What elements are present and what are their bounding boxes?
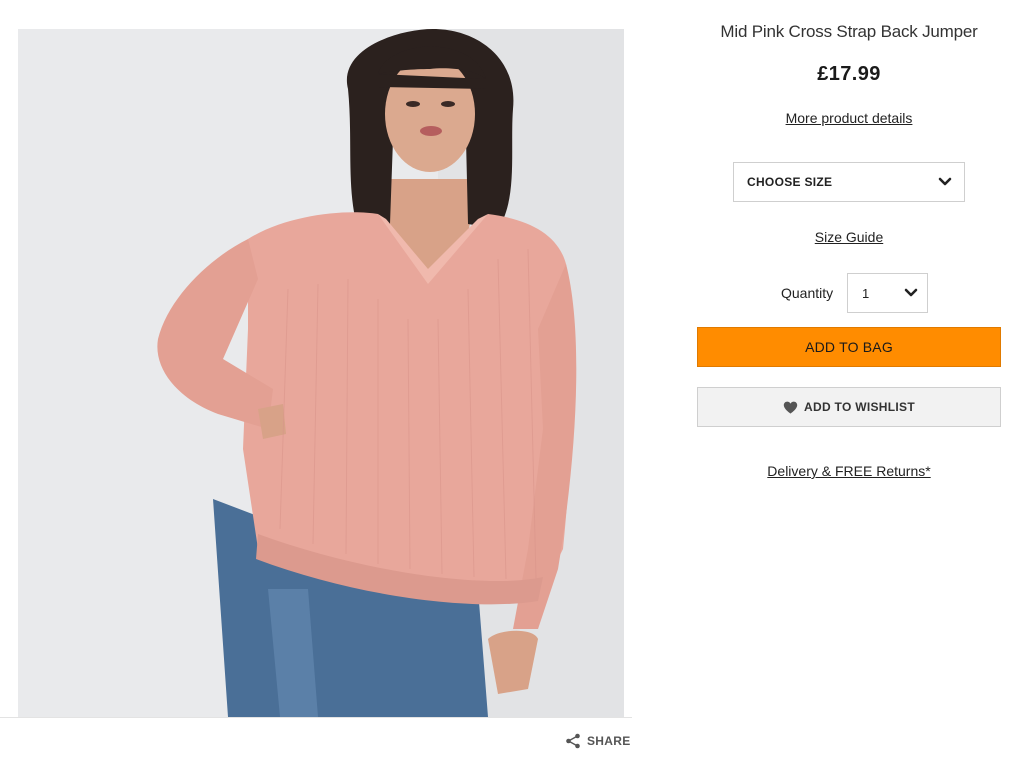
share-label: SHARE — [587, 734, 631, 748]
add-to-wishlist-label: ADD TO WISHLIST — [804, 400, 915, 414]
size-select[interactable]: CHOOSE SIZE — [733, 162, 965, 202]
product-photo-pink-jumper — [18, 29, 624, 717]
product-title: Mid Pink Cross Strap Back Jumper — [720, 22, 978, 41]
product-image[interactable] — [18, 29, 624, 717]
add-to-bag-label: ADD TO BAG — [805, 339, 893, 355]
product-price: £17.99 — [817, 63, 881, 85]
heart-icon — [783, 401, 798, 413]
quantity-value: 1 — [862, 285, 870, 301]
add-to-wishlist-button[interactable]: ADD TO WISHLIST — [697, 387, 1001, 427]
quantity-label: Quantity — [781, 285, 834, 301]
size-select-label: CHOOSE SIZE — [747, 175, 833, 189]
add-to-bag-button[interactable]: ADD TO BAG — [697, 327, 1001, 367]
quantity-select[interactable]: 1 — [847, 273, 928, 313]
product-page: SHARE Mid Pink Cross Strap Back Jumper £… — [0, 0, 1030, 761]
chevron-down-icon — [904, 288, 918, 297]
chevron-down-icon — [938, 177, 952, 186]
share-button[interactable]: SHARE — [565, 731, 631, 751]
delivery-returns-link[interactable]: Delivery & FREE Returns* — [697, 463, 1001, 479]
size-guide-link[interactable]: Size Guide — [697, 229, 1001, 245]
more-product-details-link[interactable]: More product details — [697, 110, 1001, 126]
image-footer-divider — [0, 717, 632, 718]
share-icon — [566, 733, 580, 749]
